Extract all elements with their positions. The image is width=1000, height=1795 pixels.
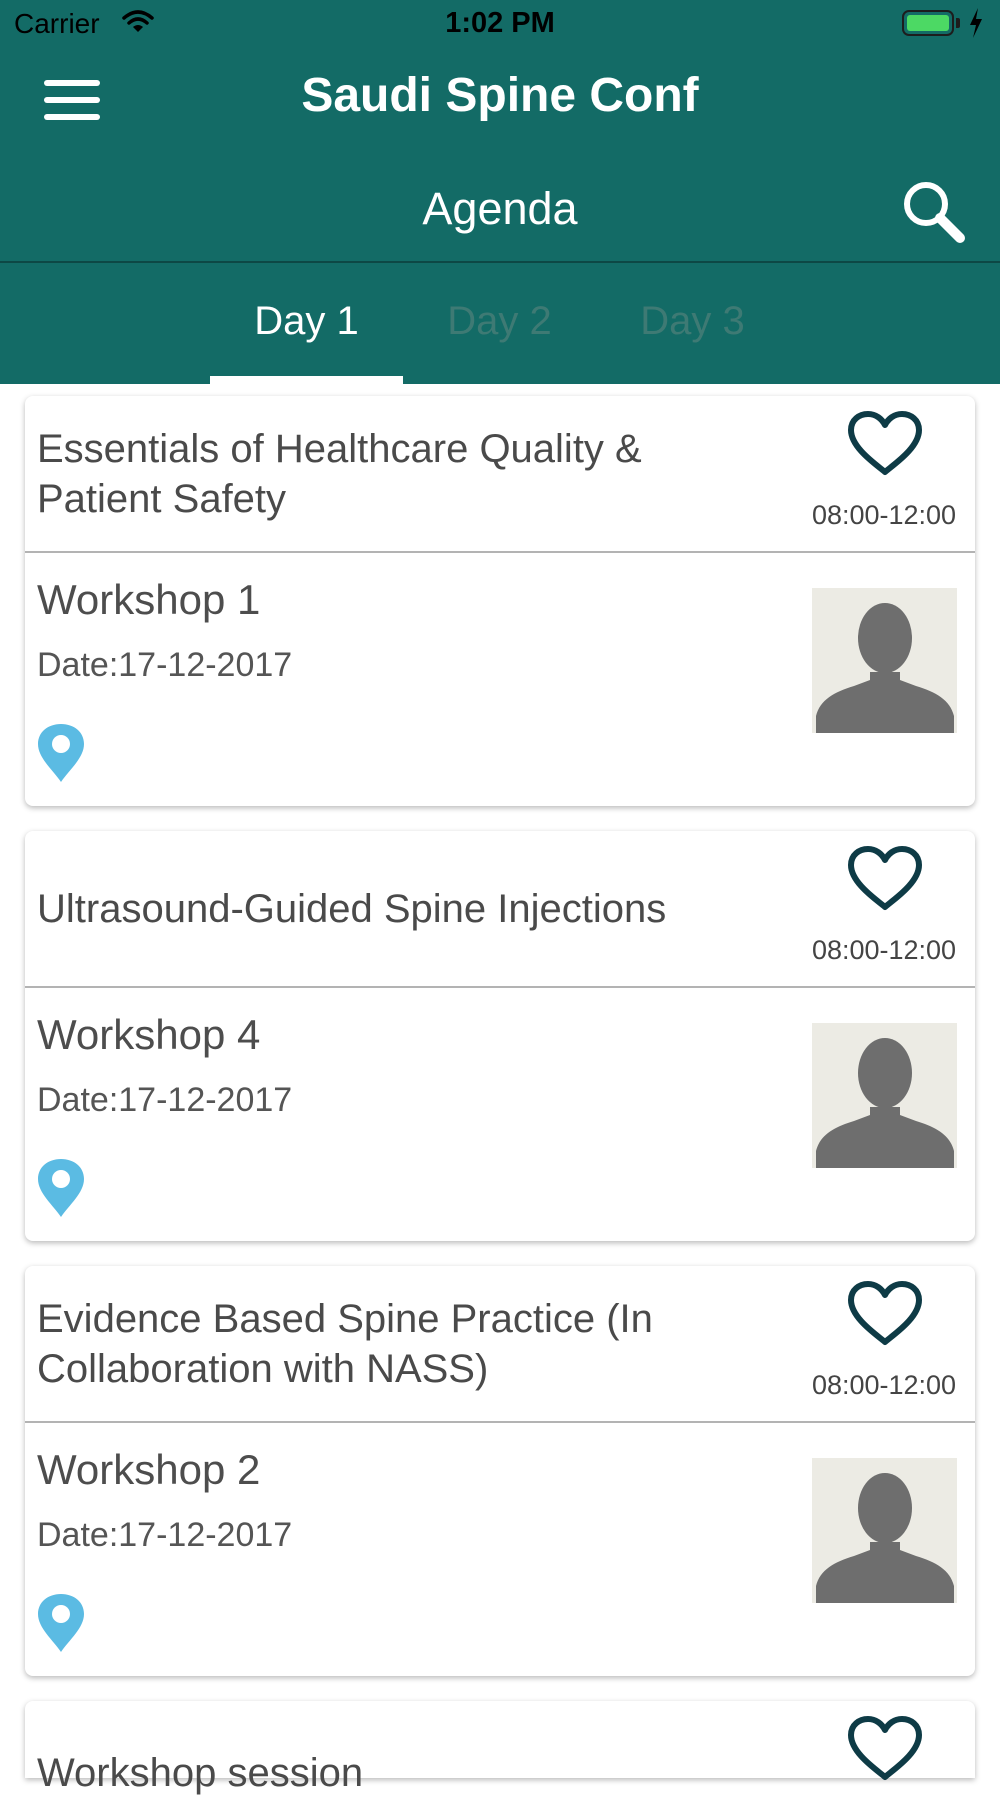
session-title: Workshop session <box>37 1751 364 1795</box>
session-card[interactable]: Evidence Based Spine Practice (In Collab… <box>25 1266 975 1676</box>
page-title: Agenda <box>422 183 578 234</box>
app-title: Saudi Spine Conf <box>301 69 699 122</box>
heart-outline-icon[interactable] <box>847 1715 923 1783</box>
session-title: Evidence Based Spine Practice (In Collab… <box>37 1297 653 1391</box>
clock: 1:02 PM <box>445 7 555 39</box>
tab-day-1[interactable]: Day 1 <box>210 263 403 384</box>
location-pin-icon[interactable] <box>35 1157 87 1219</box>
session-time: 08:00-12:00 <box>811 935 957 965</box>
session-date: Date:17-12-2017 <box>37 1516 293 1554</box>
status-bar: Carrier 1:02 PM <box>0 0 1000 50</box>
avatar <box>812 1458 957 1603</box>
tab-day-2[interactable]: Day 2 <box>403 263 596 384</box>
location-pin-icon[interactable] <box>35 1592 87 1654</box>
battery-tip <box>956 18 960 28</box>
day-tabs: Day 1 Day 2 Day 3 <box>0 263 1000 384</box>
card-divider <box>25 551 975 553</box>
session-title: Ultrasound-Guided Spine Injections <box>37 887 667 931</box>
avatar <box>812 588 957 733</box>
session-time: 08:00-12:00 <box>811 500 957 530</box>
heart-outline-icon[interactable] <box>847 845 923 913</box>
avatar <box>812 1023 957 1168</box>
card-divider <box>25 1421 975 1423</box>
tab-selected-indicator <box>210 376 403 384</box>
workshop-label: Workshop 1 <box>37 576 261 623</box>
workshop-label: Workshop 2 <box>37 1446 261 1493</box>
card-divider <box>25 986 975 988</box>
session-date: Date:17-12-2017 <box>37 1081 293 1119</box>
session-card[interactable]: Workshop session <box>25 1701 975 1795</box>
battery-icon <box>902 10 954 36</box>
heart-outline-icon[interactable] <box>847 1280 923 1348</box>
tab-day-3[interactable]: Day 3 <box>596 263 789 384</box>
session-time: 08:00-12:00 <box>811 1370 957 1400</box>
session-card[interactable]: Essentials of Healthcare Quality & Patie… <box>25 396 975 806</box>
charging-bolt-icon <box>970 8 982 38</box>
workshop-label: Workshop 4 <box>37 1011 261 1058</box>
session-title: Essentials of Healthcare Quality & Patie… <box>37 427 642 521</box>
search-icon[interactable] <box>900 178 966 244</box>
heart-outline-icon[interactable] <box>847 410 923 478</box>
session-date: Date:17-12-2017 <box>37 646 293 684</box>
location-pin-icon[interactable] <box>35 722 87 784</box>
session-card[interactable]: Ultrasound-Guided Spine Injections 08:00… <box>25 831 975 1241</box>
